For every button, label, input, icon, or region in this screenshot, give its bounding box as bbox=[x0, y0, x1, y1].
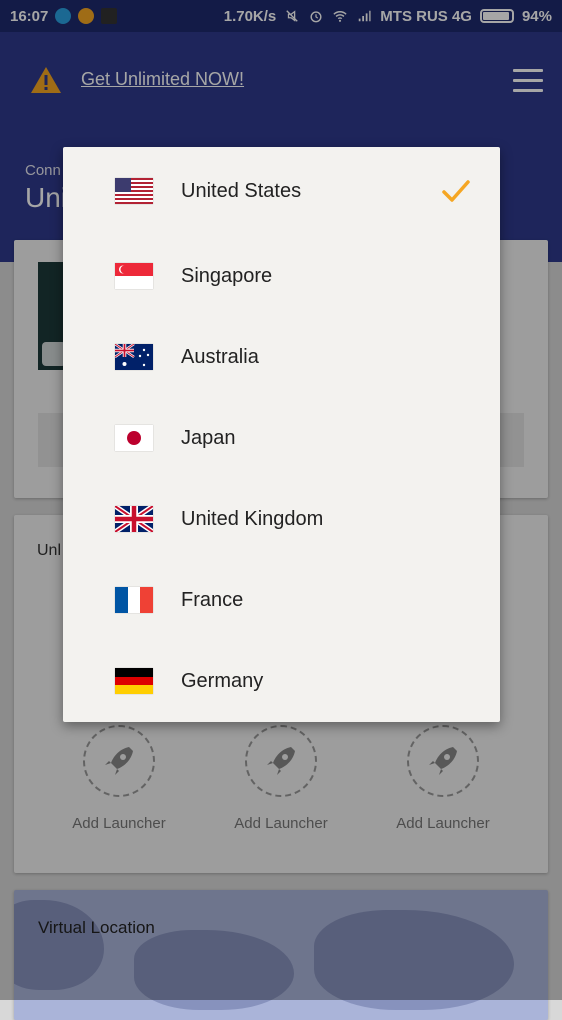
location-option-label: United Kingdom bbox=[181, 507, 324, 530]
location-option-label: Australia bbox=[181, 345, 259, 368]
sg-flag-icon bbox=[115, 263, 153, 289]
location-option-singapore[interactable]: Singapore bbox=[63, 241, 500, 311]
location-option-united-states[interactable]: United States bbox=[63, 156, 500, 226]
location-option-france[interactable]: France bbox=[63, 565, 500, 635]
location-option-label: Singapore bbox=[181, 264, 273, 287]
fr-flag-icon bbox=[115, 587, 153, 613]
location-option-germany[interactable]: Germany bbox=[63, 646, 500, 716]
checkmark-icon bbox=[442, 180, 470, 202]
de-flag-icon bbox=[115, 668, 153, 694]
location-option-label: Germany bbox=[181, 669, 264, 692]
jp-flag-icon bbox=[115, 425, 153, 451]
location-option-australia[interactable]: Australia bbox=[63, 322, 500, 392]
location-option-united-kingdom[interactable]: United Kingdom bbox=[63, 484, 500, 554]
location-option-label: France bbox=[181, 588, 244, 611]
location-dropdown: United States Singapore Australia Japan bbox=[63, 147, 500, 722]
au-flag-icon bbox=[115, 344, 153, 370]
us-flag-icon bbox=[115, 178, 153, 204]
location-option-japan[interactable]: Japan bbox=[63, 403, 500, 473]
location-option-label: United States bbox=[181, 179, 302, 202]
uk-flag-icon bbox=[115, 506, 153, 532]
location-option-label: Japan bbox=[181, 426, 236, 449]
